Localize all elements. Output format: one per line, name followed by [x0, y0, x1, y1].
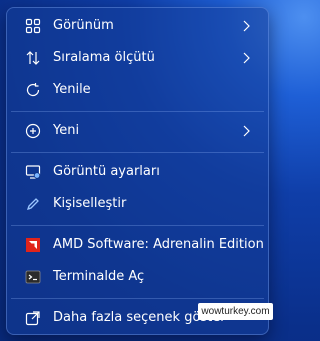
- sort-arrows-icon: [25, 50, 41, 66]
- amd-logo-icon: [25, 237, 41, 253]
- menu-item-amd-software[interactable]: AMD Software: Adrenalin Edition: [11, 229, 264, 261]
- refresh-icon: [25, 82, 41, 98]
- menu-item-display-settings[interactable]: Görüntü ayarları: [11, 156, 264, 188]
- menu-item-sort-by[interactable]: Sıralama ölçütü: [11, 42, 264, 74]
- menu-item-label: Yenile: [53, 82, 91, 97]
- share-icon: [25, 310, 41, 326]
- menu-item-new[interactable]: Yeni: [11, 115, 264, 147]
- menu-item-label: Görünüm: [53, 18, 114, 33]
- menu-item-view[interactable]: Görünüm: [11, 10, 264, 42]
- terminal-icon: [25, 269, 41, 285]
- chevron-right-icon: [238, 50, 254, 66]
- menu-item-label: AMD Software: Adrenalin Edition: [53, 237, 264, 252]
- menu-item-label: Görüntü ayarları: [53, 164, 160, 179]
- menu-item-label: Yeni: [53, 123, 80, 138]
- display-settings-icon: [25, 164, 41, 180]
- menu-item-open-terminal[interactable]: Terminalde Aç: [11, 261, 264, 293]
- menu-separator: [11, 152, 264, 153]
- menu-separator: [11, 298, 264, 299]
- menu-separator: [11, 111, 264, 112]
- menu-item-label: Kişiselleştir: [53, 196, 127, 211]
- pencil-icon: [25, 196, 41, 212]
- menu-separator: [11, 225, 264, 226]
- menu-item-label: Terminalde Aç: [53, 269, 145, 284]
- menu-item-label: Sıralama ölçütü: [53, 50, 155, 65]
- grid-icon: [25, 18, 41, 34]
- plus-circle-icon: [25, 123, 41, 139]
- watermark: wowturkey.com: [198, 303, 273, 320]
- menu-item-refresh[interactable]: Yenile: [11, 74, 264, 106]
- chevron-right-icon: [238, 18, 254, 34]
- chevron-right-icon: [238, 123, 254, 139]
- desktop-context-menu: Görünüm Sıralama ölçütü Yenile Yeni Görü…: [6, 7, 269, 335]
- menu-item-personalize[interactable]: Kişiselleştir: [11, 188, 264, 220]
